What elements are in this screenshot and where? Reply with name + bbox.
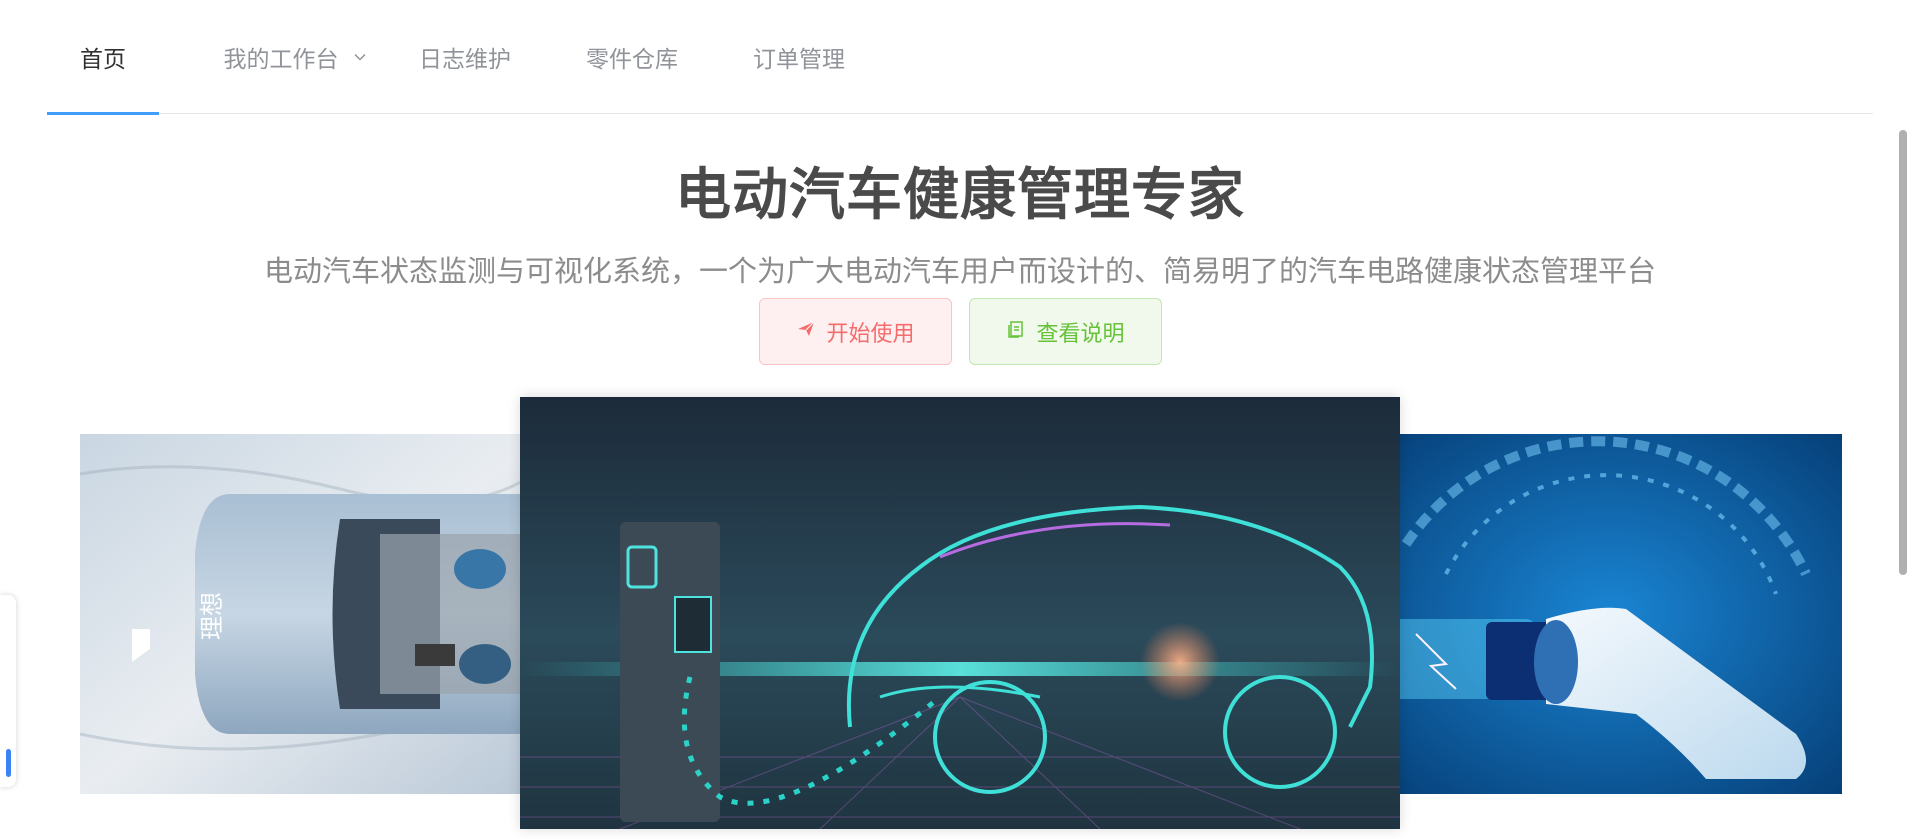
top-menu: 首页 我的工作台 日志维护 零件仓库 订单管理 — [47, 0, 1873, 115]
menu-item-label: 日志维护 — [419, 47, 511, 73]
view-docs-button[interactable]: 查看说明 — [969, 298, 1162, 365]
side-floating-widget[interactable] — [0, 595, 16, 787]
car-topview-image: 理想 — [80, 434, 546, 794]
menu-item-label: 我的工作台 — [223, 47, 339, 73]
menu-item-home[interactable]: 首页 — [47, 0, 159, 115]
menu-item-parts[interactable]: 零件仓库 — [570, 0, 694, 114]
view-docs-button-label: 查看说明 — [1036, 321, 1125, 347]
menu-item-orders[interactable]: 订单管理 — [737, 0, 861, 114]
carousel-slide-charging-station[interactable] — [520, 397, 1400, 829]
charging-station-image — [520, 397, 1400, 829]
menu-item-label: 首页 — [80, 47, 126, 73]
carousel-slide-car-topview[interactable]: 理想 — [80, 434, 546, 794]
chevron-down-icon — [353, 50, 367, 64]
page: 首页 我的工作台 日志维护 零件仓库 订单管理 电动汽车健康管理专家 电动汽车状… — [0, 0, 1920, 839]
menu-item-label: 零件仓库 — [586, 47, 678, 73]
paper-plane-icon — [796, 319, 816, 345]
side-widget-indicator — [6, 749, 11, 777]
menu-item-label: 订单管理 — [753, 47, 845, 73]
lixiang-logo-text: 理想 — [198, 592, 226, 640]
menu-item-log[interactable]: 日志维护 — [403, 0, 527, 114]
charging-plug-image — [1376, 434, 1842, 794]
menu-item-workbench[interactable]: 我的工作台 — [193, 0, 397, 114]
page-title: 电动汽车健康管理专家 — [675, 163, 1245, 228]
carousel-slide-charging-plug[interactable] — [1376, 434, 1842, 794]
document-copy-icon — [1006, 319, 1026, 345]
start-button-label: 开始使用 — [826, 321, 915, 347]
vertical-scrollbar-thumb[interactable] — [1899, 130, 1907, 575]
start-button[interactable]: 开始使用 — [759, 298, 952, 365]
page-subtitle: 电动汽车状态监测与可视化系统，一个为广大电动汽车用户而设计的、简易明了的汽车电路… — [263, 254, 1656, 288]
